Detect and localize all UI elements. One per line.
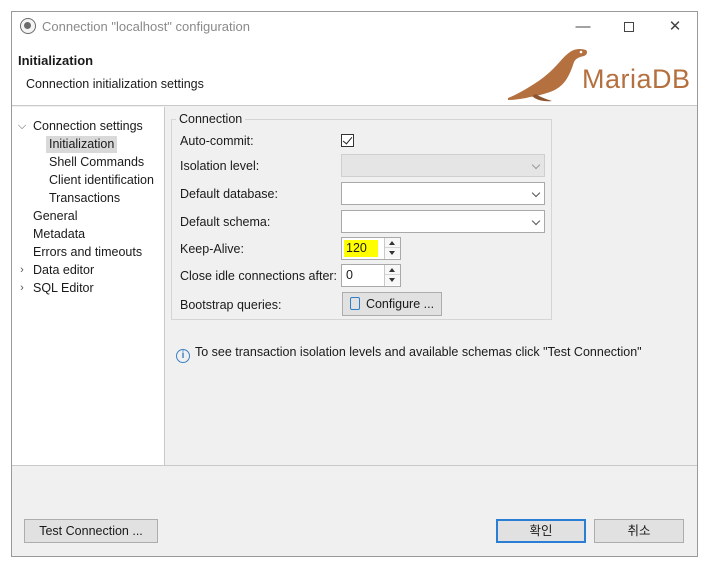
maximize-icon — [624, 22, 634, 33]
page-header: Initialization Connection initialization… — [12, 42, 697, 106]
isolation-level-label: Isolation level: — [180, 159, 260, 173]
page-title: Initialization — [18, 53, 94, 68]
dbeaver-app-icon — [20, 18, 36, 34]
sea-lion-icon — [508, 48, 588, 102]
ok-button[interactable]: 확인 — [496, 519, 586, 543]
spin-down-icon[interactable] — [385, 275, 400, 285]
chevron-down-icon — [531, 160, 541, 170]
connection-config-dialog: Connection "localhost" configuration — ✕… — [11, 11, 698, 557]
info-icon: i — [176, 349, 190, 363]
auto-commit-checkbox[interactable] — [341, 134, 354, 147]
expand-arrow-icon[interactable]: ⌵ — [17, 118, 27, 135]
nav-item-client-identification[interactable]: Client identification — [49, 172, 154, 189]
default-schema-select[interactable] — [341, 210, 545, 233]
nav-item-initialization[interactable]: Initialization — [46, 136, 118, 153]
nav-item-general[interactable]: General — [33, 208, 77, 225]
default-schema-label: Default schema: — [180, 215, 271, 229]
settings-nav-tree: ⌵ Connection settings Initialization She… — [12, 107, 165, 465]
maximize-button[interactable] — [606, 12, 652, 42]
title-bar: Connection "localhost" configuration — ✕ — [12, 12, 697, 42]
settings-content: Connection Auto-commit: Isolation level:… — [166, 107, 697, 465]
keep-alive-value[interactable]: 120 — [344, 240, 378, 257]
nav-item-sql-editor[interactable]: SQL Editor — [33, 280, 94, 297]
nav-item-errors-and-timeouts[interactable]: Errors and timeouts — [33, 244, 142, 261]
spin-up-icon[interactable] — [385, 265, 400, 275]
close-idle-label: Close idle connections after: — [180, 269, 338, 283]
nav-item-shell-commands[interactable]: Shell Commands — [49, 154, 144, 171]
close-idle-spinner[interactable]: 0 — [341, 264, 401, 287]
page-subtitle: Connection initialization settings — [26, 77, 204, 91]
test-connection-button[interactable]: Test Connection ... — [24, 519, 158, 543]
isolation-level-select[interactable] — [341, 154, 545, 177]
auto-commit-label: Auto-commit: — [180, 134, 254, 148]
script-icon — [349, 297, 360, 310]
keep-alive-spinner[interactable]: 120 — [341, 237, 401, 260]
info-message: i To see transaction isolation levels and… — [176, 345, 642, 363]
configure-button[interactable]: Configure ... — [342, 292, 442, 316]
spinner-buttons — [384, 238, 400, 259]
connection-group: Connection Auto-commit: Isolation level:… — [171, 112, 552, 320]
configure-button-label: Configure ... — [365, 297, 435, 311]
cancel-button[interactable]: 취소 — [594, 519, 684, 543]
nav-item-data-editor[interactable]: Data editor — [33, 262, 94, 279]
close-idle-value[interactable]: 0 — [344, 267, 355, 284]
collapse-arrow-icon[interactable]: › — [17, 280, 27, 297]
group-legend: Connection — [176, 112, 246, 126]
keep-alive-label: Keep-Alive: — [180, 242, 244, 256]
logo-wordmark: MariaDB — [582, 64, 691, 94]
spinner-buttons — [384, 265, 400, 286]
minimize-button[interactable]: — — [560, 12, 606, 42]
default-database-select[interactable] — [341, 182, 545, 205]
window-title: Connection "localhost" configuration — [42, 19, 250, 34]
nav-item-metadata[interactable]: Metadata — [33, 226, 85, 243]
spin-up-icon[interactable] — [385, 238, 400, 248]
mariadb-logo: MariaDB — [502, 44, 694, 104]
nav-item-transactions[interactable]: Transactions — [49, 190, 120, 207]
chevron-down-icon — [531, 188, 541, 198]
collapse-arrow-icon[interactable]: › — [17, 262, 27, 279]
nav-item-connection-settings[interactable]: Connection settings — [33, 118, 143, 135]
spin-down-icon[interactable] — [385, 248, 400, 258]
bootstrap-queries-label: Bootstrap queries: — [180, 298, 282, 312]
default-database-label: Default database: — [180, 187, 278, 201]
chevron-down-icon — [531, 216, 541, 226]
info-text: To see transaction isolation levels and … — [195, 345, 642, 359]
dialog-footer: Test Connection ... 확인 취소 — [12, 465, 697, 556]
close-button[interactable]: ✕ — [652, 12, 697, 42]
